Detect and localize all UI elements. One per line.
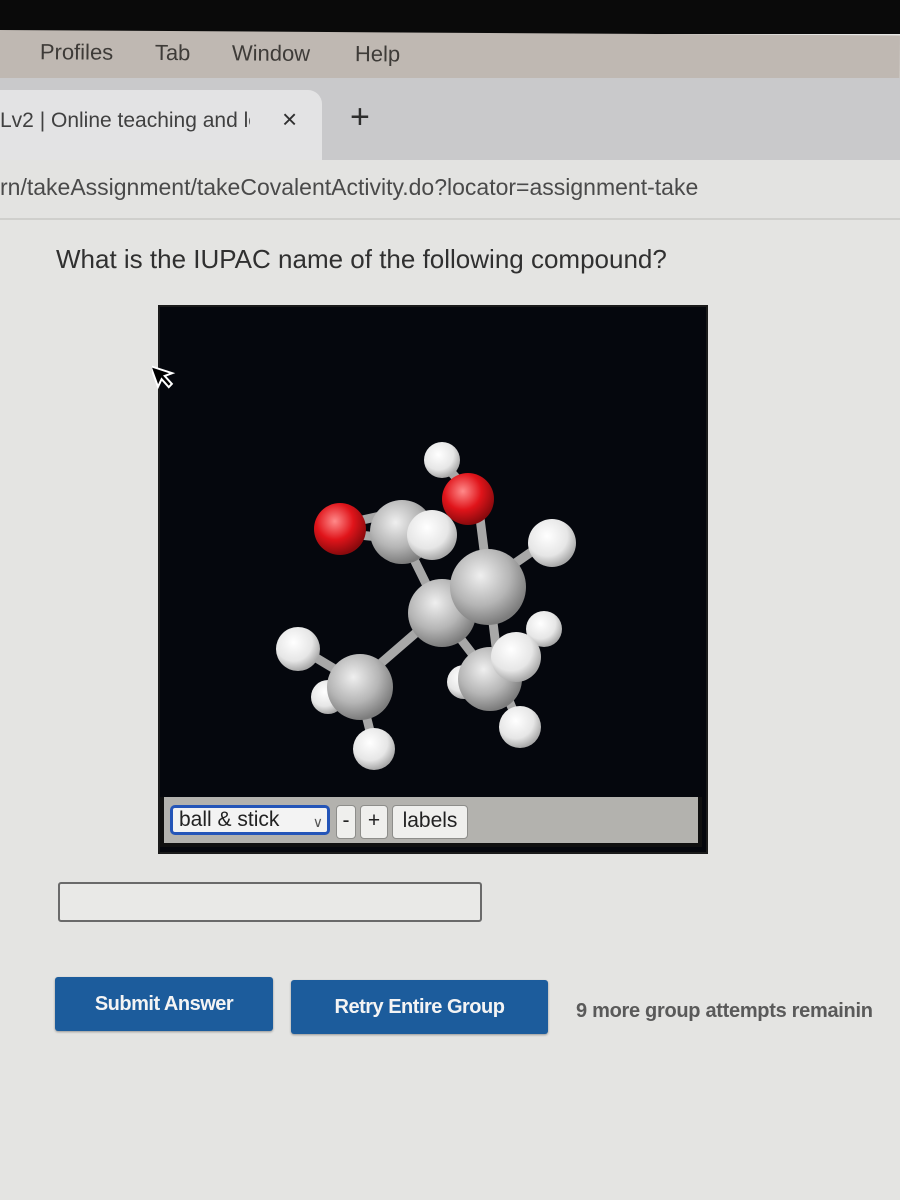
menu-help[interactable]: Help	[355, 41, 400, 67]
carbon-atom	[450, 549, 526, 625]
hydrogen-atom	[528, 519, 576, 567]
oxygen-atom	[314, 503, 366, 555]
carbon-atom	[327, 654, 393, 720]
url-text[interactable]: rn/takeAssignment/takeCovalentActivity.d…	[0, 174, 698, 201]
chevron-down-icon: ∨	[312, 814, 323, 830]
submit-answer-button[interactable]: Submit Answer	[55, 977, 273, 1031]
question-text: What is the IUPAC name of the following …	[56, 244, 667, 274]
tab-strip: Lv2 | Online teaching and le × +	[0, 78, 900, 160]
zoom-in-button[interactable]: +	[360, 805, 388, 839]
render-mode-value: ball & stick	[179, 808, 280, 831]
assignment-page: What is the IUPAC name of the following …	[0, 220, 900, 1200]
hydrogen-atom	[353, 728, 395, 770]
retry-group-button[interactable]: Retry Entire Group	[291, 980, 548, 1034]
oxygen-atom	[442, 473, 494, 525]
hydrogen-atom	[499, 706, 541, 748]
close-icon[interactable]: ×	[282, 104, 297, 135]
hydrogen-atom	[276, 627, 320, 671]
answer-input[interactable]	[58, 882, 482, 922]
mouse-cursor-icon	[152, 364, 176, 390]
tab-title: Lv2 | Online teaching and le	[0, 109, 250, 132]
attempts-remaining-text: 9 more group attempts remainin	[576, 1000, 873, 1022]
molecule-3d-model[interactable]	[160, 307, 706, 797]
screen-bezel	[0, 0, 900, 34]
browser-tab-active[interactable]: Lv2 | Online teaching and le ×	[0, 90, 322, 160]
zoom-out-button[interactable]: -	[336, 805, 356, 839]
hydrogen-atom	[491, 632, 541, 682]
hydrogen-atom	[424, 442, 460, 478]
menu-tab[interactable]: Tab	[155, 40, 191, 66]
labels-button[interactable]: labels	[392, 805, 468, 839]
new-tab-icon[interactable]: +	[350, 100, 370, 134]
menu-window[interactable]: Window	[232, 40, 310, 66]
hydrogen-atom	[407, 510, 457, 560]
viewer-toolbar: ball & stick ∨ - + labels	[160, 797, 702, 847]
render-mode-select[interactable]: ball & stick ∨	[170, 805, 330, 835]
menu-bar: Profiles Tab Window Help	[0, 30, 900, 84]
menu-profiles[interactable]: Profiles	[40, 39, 114, 65]
address-bar[interactable]: rn/takeAssignment/takeCovalentActivity.d…	[0, 160, 900, 220]
molecule-viewer[interactable]: ball & stick ∨ - + labels	[158, 305, 708, 854]
